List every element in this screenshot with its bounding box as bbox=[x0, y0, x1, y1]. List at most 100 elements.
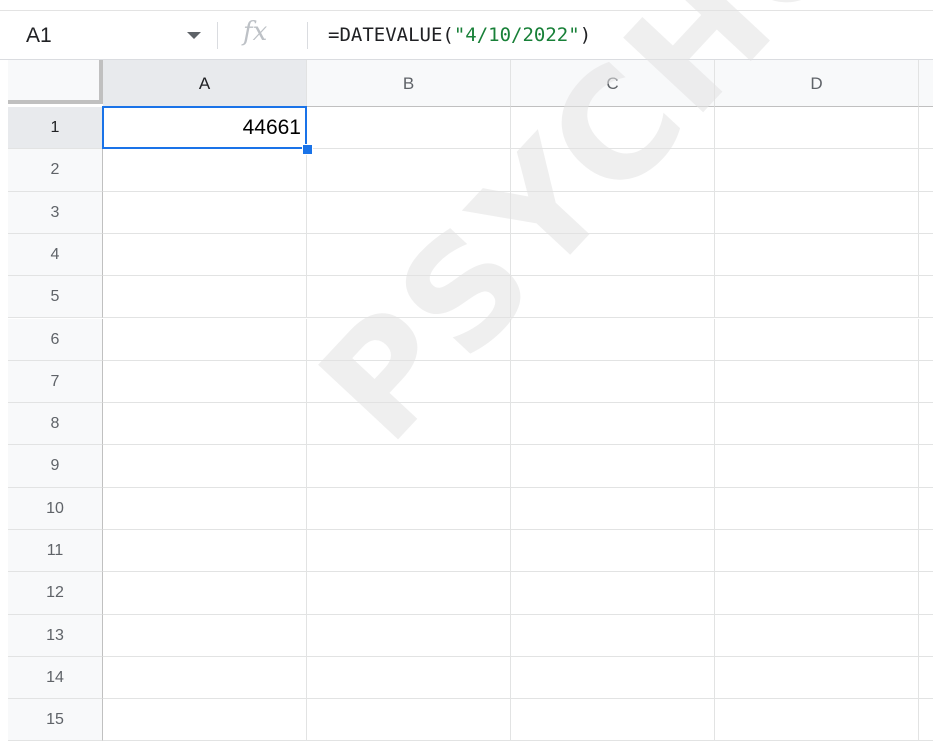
cell-e4[interactable] bbox=[919, 234, 933, 277]
row-header-2[interactable]: 2 bbox=[8, 149, 103, 192]
chevron-down-icon[interactable] bbox=[187, 32, 201, 40]
cell-e11[interactable] bbox=[919, 530, 933, 573]
cell-c4[interactable] bbox=[511, 233, 715, 277]
cell-d8[interactable] bbox=[715, 403, 919, 446]
cell-d3[interactable] bbox=[715, 191, 919, 234]
cell-b15[interactable] bbox=[307, 699, 511, 741]
cell-e7[interactable] bbox=[919, 361, 933, 404]
cell-c14[interactable] bbox=[511, 656, 715, 700]
cell-a4[interactable] bbox=[103, 233, 307, 277]
row-header-1[interactable]: 1 bbox=[8, 107, 103, 150]
cell-b9[interactable] bbox=[307, 445, 511, 488]
cell-a7[interactable] bbox=[103, 360, 307, 404]
cell-a8[interactable] bbox=[103, 403, 307, 446]
cell-e3[interactable] bbox=[919, 192, 933, 234]
cell-b10[interactable] bbox=[307, 487, 511, 530]
fill-handle[interactable] bbox=[302, 144, 313, 156]
cell-e6[interactable] bbox=[919, 319, 933, 361]
cell-b12[interactable] bbox=[307, 572, 511, 615]
row-header-5[interactable]: 5 bbox=[8, 276, 103, 319]
row-header-13[interactable]: 13 bbox=[8, 614, 103, 657]
cell-d4[interactable] bbox=[715, 233, 919, 277]
cell-e14[interactable] bbox=[919, 657, 933, 700]
cell-a10[interactable] bbox=[103, 487, 307, 530]
cell-a9[interactable] bbox=[103, 445, 307, 488]
cell-c6[interactable] bbox=[511, 318, 715, 361]
column-header-a[interactable]: A bbox=[103, 60, 307, 107]
cell-b5[interactable] bbox=[307, 276, 511, 319]
cell-d5[interactable] bbox=[715, 276, 919, 319]
cell-c12[interactable] bbox=[511, 572, 715, 615]
cell-c1[interactable] bbox=[511, 107, 715, 150]
cell-a14[interactable] bbox=[103, 656, 307, 700]
cell-e13[interactable] bbox=[919, 615, 933, 657]
cell-a2[interactable] bbox=[103, 149, 307, 192]
cell-e5[interactable] bbox=[919, 276, 933, 319]
column-header-c[interactable]: C bbox=[511, 60, 715, 107]
column-header-partial[interactable] bbox=[919, 60, 933, 107]
cell-d14[interactable] bbox=[715, 656, 919, 700]
cell-e1[interactable] bbox=[919, 107, 933, 150]
cell-e9[interactable] bbox=[919, 445, 933, 488]
cell-c3[interactable] bbox=[511, 191, 715, 234]
cell-a13[interactable] bbox=[103, 614, 307, 657]
row-header-4[interactable]: 4 bbox=[8, 233, 103, 277]
cell-d15[interactable] bbox=[715, 699, 919, 741]
cell-d13[interactable] bbox=[715, 614, 919, 657]
cell-b13[interactable] bbox=[307, 614, 511, 657]
cell-d11[interactable] bbox=[715, 530, 919, 573]
cell-e10[interactable] bbox=[919, 488, 933, 530]
cell-a6[interactable] bbox=[103, 318, 307, 361]
cell-c5[interactable] bbox=[511, 276, 715, 319]
cell-e12[interactable] bbox=[919, 572, 933, 615]
cell-c15[interactable] bbox=[511, 699, 715, 741]
cell-d7[interactable] bbox=[715, 360, 919, 404]
column-header-d[interactable]: D bbox=[715, 60, 919, 107]
row-header-3[interactable]: 3 bbox=[8, 191, 103, 234]
cell-c10[interactable] bbox=[511, 487, 715, 530]
name-box-value[interactable]: A1 bbox=[26, 24, 52, 48]
cell-e15[interactable] bbox=[919, 699, 933, 741]
cell-a15[interactable] bbox=[103, 699, 307, 741]
cell-b2[interactable] bbox=[307, 149, 511, 192]
cell-b1[interactable] bbox=[307, 107, 511, 150]
row-header-8[interactable]: 8 bbox=[8, 403, 103, 446]
cell-e8[interactable] bbox=[919, 403, 933, 446]
cell-c9[interactable] bbox=[511, 445, 715, 488]
cell-d10[interactable] bbox=[715, 487, 919, 530]
row-header-6[interactable]: 6 bbox=[8, 318, 103, 361]
row-header-7[interactable]: 7 bbox=[8, 360, 103, 404]
row-header-11[interactable]: 11 bbox=[8, 530, 103, 573]
name-box[interactable]: A1 bbox=[0, 11, 222, 59]
cell-c7[interactable] bbox=[511, 360, 715, 404]
cell-b4[interactable] bbox=[307, 233, 511, 277]
cell-d6[interactable] bbox=[715, 318, 919, 361]
cell-a11[interactable] bbox=[103, 530, 307, 573]
row-header-10[interactable]: 10 bbox=[8, 487, 103, 530]
formula-input[interactable]: =DATEVALUE("4/10/2022") bbox=[328, 24, 591, 46]
cell-c8[interactable] bbox=[511, 403, 715, 446]
cell-b14[interactable] bbox=[307, 656, 511, 700]
row-header-12[interactable]: 12 bbox=[8, 572, 103, 615]
cell-a3[interactable] bbox=[103, 191, 307, 234]
cell-d9[interactable] bbox=[715, 445, 919, 488]
cell-a5[interactable] bbox=[103, 276, 307, 319]
cell-b11[interactable] bbox=[307, 530, 511, 573]
cell-b8[interactable] bbox=[307, 403, 511, 446]
cell-b7[interactable] bbox=[307, 360, 511, 404]
cell-d12[interactable] bbox=[715, 572, 919, 615]
row-header-9[interactable]: 9 bbox=[8, 445, 103, 488]
cell-c2[interactable] bbox=[511, 149, 715, 192]
cell-d1[interactable] bbox=[715, 107, 919, 150]
row-header-15[interactable]: 15 bbox=[8, 699, 103, 741]
cell-b6[interactable] bbox=[307, 318, 511, 361]
cell-a12[interactable] bbox=[103, 572, 307, 615]
row-header-14[interactable]: 14 bbox=[8, 656, 103, 700]
cell-c13[interactable] bbox=[511, 614, 715, 657]
cell-b3[interactable] bbox=[307, 191, 511, 234]
cell-e2[interactable] bbox=[919, 149, 933, 192]
cell-c11[interactable] bbox=[511, 530, 715, 573]
column-header-b[interactable]: B bbox=[307, 60, 511, 107]
cell-d2[interactable] bbox=[715, 149, 919, 192]
select-all-corner[interactable] bbox=[8, 60, 103, 104]
